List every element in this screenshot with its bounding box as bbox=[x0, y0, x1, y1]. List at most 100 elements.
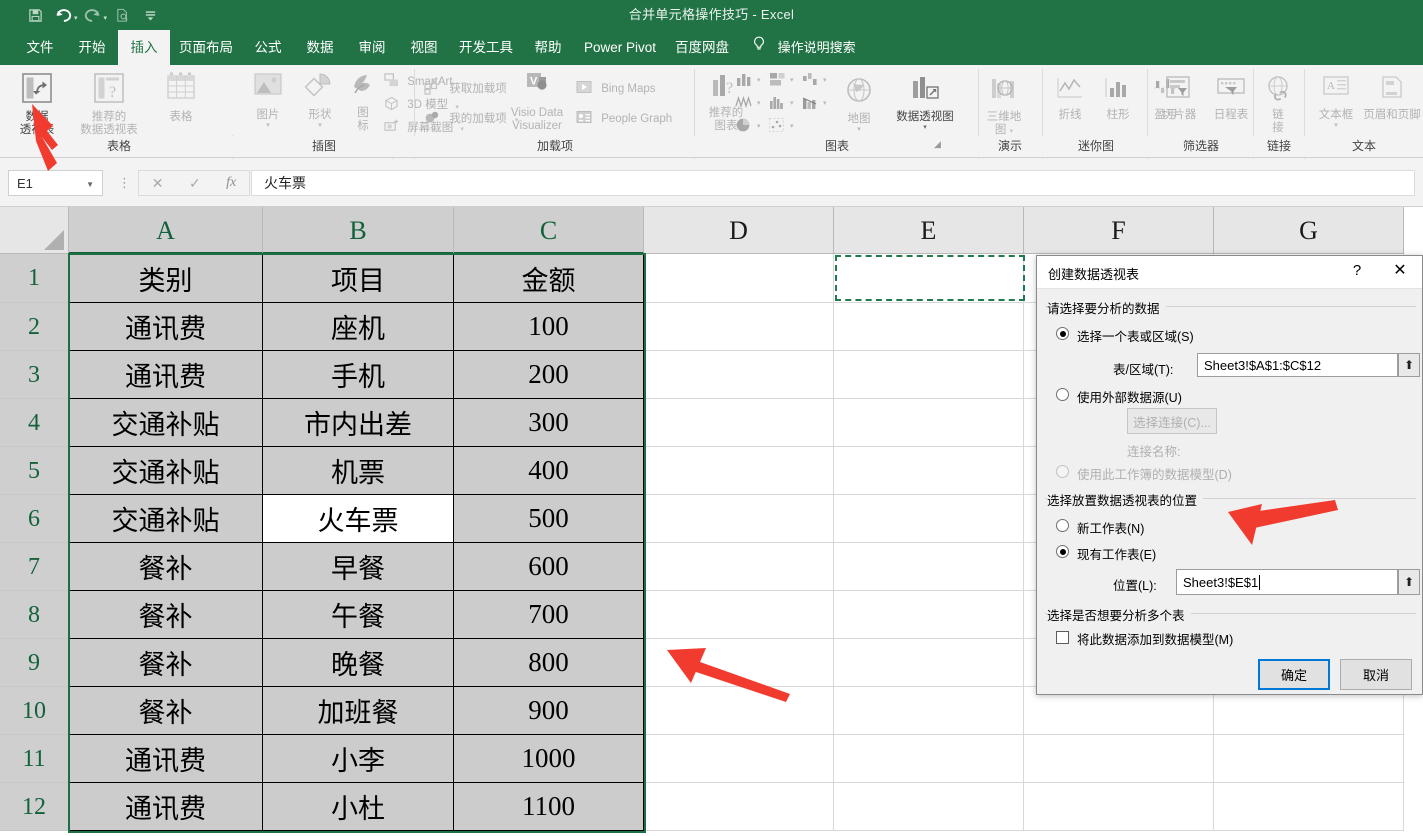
range-input[interactable]: Sheet3!$A$1:$C$12 bbox=[1197, 353, 1398, 377]
cell-a12[interactable]: 通讯费 bbox=[69, 783, 263, 831]
ribbon-icons-button[interactable]: 图 标 bbox=[346, 71, 380, 133]
cell-e9[interactable] bbox=[834, 639, 1024, 687]
row-header-6[interactable]: 6 bbox=[0, 495, 69, 543]
cell-c2[interactable]: 100 bbox=[454, 303, 644, 351]
cell-c10[interactable]: 900 bbox=[454, 687, 644, 735]
cell-b9[interactable]: 晚餐 bbox=[263, 639, 454, 687]
cell-a1[interactable]: 类别 bbox=[69, 254, 263, 303]
ribbon-bing-maps-button[interactable]: Bing Maps bbox=[576, 79, 686, 99]
radio-existing-worksheet-label[interactable]: 现有工作表(E) bbox=[1077, 544, 1156, 563]
ribbon-recommended-pivot-button[interactable]: ? 推荐的 数据透视表 bbox=[68, 71, 150, 137]
range-collapse-picker-icon[interactable]: ⬆ bbox=[1398, 353, 1420, 377]
cell-e1[interactable] bbox=[834, 254, 1024, 303]
cell-d2[interactable] bbox=[644, 303, 834, 351]
cell-b7[interactable]: 早餐 bbox=[263, 543, 454, 591]
cell-e7[interactable] bbox=[834, 543, 1024, 591]
ribbon-header-footer-button[interactable]: 页眉和页脚 bbox=[1362, 75, 1422, 122]
combo-chart-dropdown-icon[interactable]: ▾ bbox=[823, 99, 827, 107]
row-header-3[interactable]: 3 bbox=[0, 351, 69, 399]
cell-a7[interactable]: 餐补 bbox=[69, 543, 263, 591]
bar-chart-icon[interactable] bbox=[768, 71, 788, 92]
cell-g11[interactable] bbox=[1214, 735, 1404, 783]
cell-c12[interactable]: 1100 bbox=[454, 783, 644, 831]
cell-d11[interactable] bbox=[644, 735, 834, 783]
cell-e11[interactable] bbox=[834, 735, 1024, 783]
cell-a5[interactable]: 交通补贴 bbox=[69, 447, 263, 495]
ribbon-table-button[interactable]: 表格 bbox=[150, 71, 212, 124]
close-icon[interactable]: ✕ bbox=[1388, 261, 1412, 281]
ribbon-link-button[interactable]: 链 接 bbox=[1258, 75, 1298, 135]
radio-external-source-label[interactable]: 使用外部数据源(U) bbox=[1077, 387, 1182, 406]
pie-chart-icon[interactable] bbox=[735, 117, 755, 138]
formula-input[interactable]: 火车票 bbox=[251, 170, 1415, 196]
row-header-12[interactable]: 12 bbox=[0, 783, 69, 831]
cell-b1[interactable]: 项目 bbox=[263, 254, 454, 303]
row-header-10[interactable]: 10 bbox=[0, 687, 69, 735]
cell-e12[interactable] bbox=[834, 783, 1024, 831]
ribbon-timeline-button[interactable]: 日程表 bbox=[1205, 75, 1257, 122]
cancel-button[interactable]: 取消 bbox=[1340, 659, 1412, 690]
waterfall-chart-dropdown-icon[interactable]: ▾ bbox=[823, 76, 827, 84]
ribbon-visio-visualizer-button[interactable]: V Visio Data Visualizer bbox=[498, 71, 576, 133]
cell-g12[interactable] bbox=[1214, 783, 1404, 831]
ribbon-pictures-button[interactable]: 图片 ▾ bbox=[242, 71, 294, 130]
cell-a4[interactable]: 交通补贴 bbox=[69, 399, 263, 447]
cell-a11[interactable]: 通讯费 bbox=[69, 735, 263, 783]
ribbon-sparkline-column-button[interactable]: 柱形 bbox=[1094, 75, 1142, 122]
histogram-chart-icon[interactable] bbox=[768, 94, 788, 115]
row-header-8[interactable]: 8 bbox=[0, 591, 69, 639]
tab-view[interactable]: 视图 bbox=[398, 30, 450, 65]
row-header-1[interactable]: 1 bbox=[0, 254, 69, 303]
cell-c5[interactable]: 400 bbox=[454, 447, 644, 495]
cell-a8[interactable]: 餐补 bbox=[69, 591, 263, 639]
cell-b2[interactable]: 座机 bbox=[263, 303, 454, 351]
cell-b11[interactable]: 小李 bbox=[263, 735, 454, 783]
row-header-2[interactable]: 2 bbox=[0, 303, 69, 351]
ribbon-map-button[interactable]: 地图 ▾ bbox=[838, 75, 880, 134]
cell-b10[interactable]: 加班餐 bbox=[263, 687, 454, 735]
ribbon-sparkline-line-button[interactable]: 折线 bbox=[1046, 75, 1094, 122]
cell-d7[interactable] bbox=[644, 543, 834, 591]
ribbon-pivot-table-button[interactable]: 数据 透视表 bbox=[6, 71, 68, 137]
cell-d10[interactable] bbox=[644, 687, 834, 735]
tab-power-pivot[interactable]: Power Pivot bbox=[574, 30, 666, 65]
pictures-dropdown-icon[interactable]: ▾ bbox=[242, 122, 294, 130]
cell-d5[interactable] bbox=[644, 447, 834, 495]
cell-a2[interactable]: 通讯费 bbox=[69, 303, 263, 351]
cell-c1[interactable]: 金额 bbox=[454, 254, 644, 303]
scatter-chart-icon[interactable] bbox=[768, 117, 788, 138]
cell-e6[interactable] bbox=[834, 495, 1024, 543]
row-header-4[interactable]: 4 bbox=[0, 399, 69, 447]
cell-c3[interactable]: 200 bbox=[454, 351, 644, 399]
ribbon-people-graph-button[interactable]: People Graph bbox=[576, 109, 692, 129]
tab-review[interactable]: 审阅 bbox=[346, 30, 398, 65]
cell-f11[interactable] bbox=[1024, 735, 1214, 783]
checkbox-add-to-data-model-label[interactable]: 将此数据添加到数据模型(M) bbox=[1077, 629, 1233, 648]
cell-d12[interactable] bbox=[644, 783, 834, 831]
tell-me-label[interactable]: 操作说明搜索 bbox=[778, 40, 856, 55]
cell-c6[interactable]: 500 bbox=[454, 495, 644, 543]
tab-baidu-netdisk[interactable]: 百度网盘 bbox=[666, 30, 738, 65]
scatter-chart-dropdown-icon[interactable]: ▾ bbox=[790, 122, 794, 130]
column-header-a[interactable]: A bbox=[69, 207, 263, 254]
cell-c4[interactable]: 300 bbox=[454, 399, 644, 447]
cancel-icon[interactable]: ✕ bbox=[152, 175, 164, 192]
row-header-11[interactable]: 11 bbox=[0, 735, 69, 783]
cell-e10[interactable] bbox=[834, 687, 1024, 735]
cell-e2[interactable] bbox=[834, 303, 1024, 351]
map-dropdown-icon[interactable]: ▾ bbox=[838, 126, 880, 134]
waterfall-chart-icon[interactable] bbox=[801, 71, 821, 92]
cell-d9[interactable] bbox=[644, 639, 834, 687]
radio-existing-worksheet[interactable] bbox=[1056, 545, 1069, 558]
pie-chart-dropdown-icon[interactable]: ▾ bbox=[757, 122, 761, 130]
row-header-9[interactable]: 9 bbox=[0, 639, 69, 687]
tab-insert[interactable]: 插入 bbox=[118, 30, 170, 65]
cell-a10[interactable]: 餐补 bbox=[69, 687, 263, 735]
cell-b5[interactable]: 机票 bbox=[263, 447, 454, 495]
help-icon[interactable]: ? bbox=[1348, 262, 1366, 279]
cell-a3[interactable]: 通讯费 bbox=[69, 351, 263, 399]
cell-b12[interactable]: 小杜 bbox=[263, 783, 454, 831]
insert-function-icon[interactable]: fx bbox=[226, 175, 236, 191]
ribbon-slicer-button[interactable]: 切片器 bbox=[1153, 75, 1205, 122]
radio-select-range[interactable] bbox=[1056, 327, 1069, 340]
